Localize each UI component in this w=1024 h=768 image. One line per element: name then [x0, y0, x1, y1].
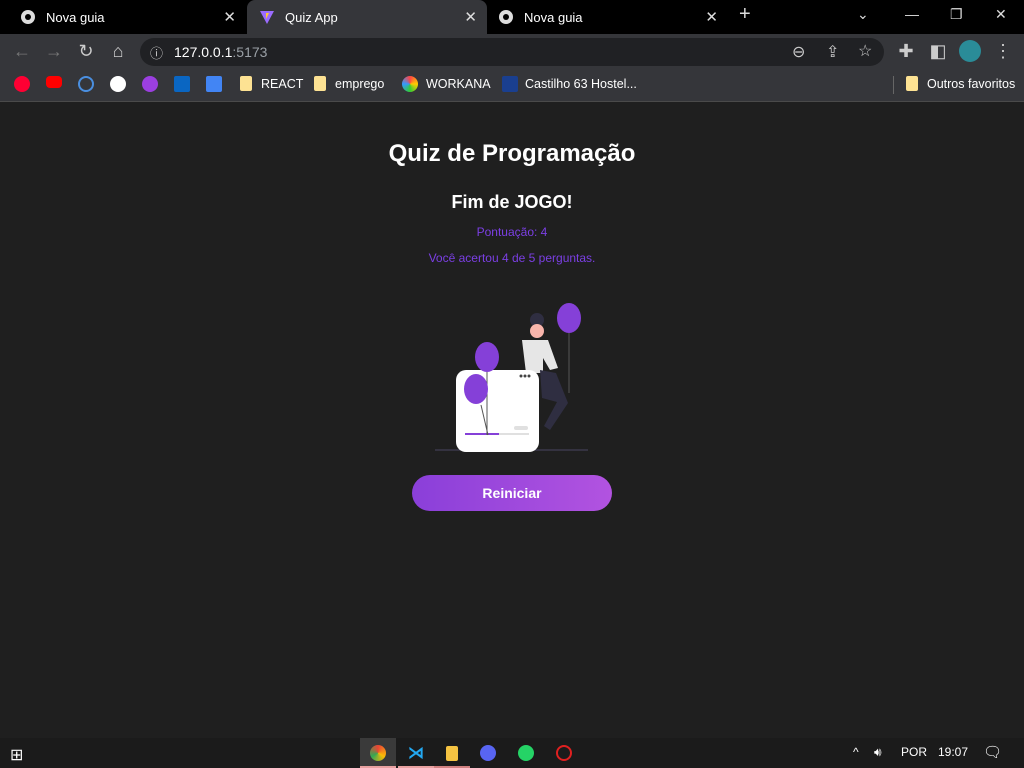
- tab-quiz-app[interactable]: Quiz App ✕: [247, 0, 487, 34]
- volume-icon[interactable]: 🔊︎: [874, 745, 882, 760]
- workana-icon: [402, 76, 418, 92]
- chrome-icon: [498, 9, 514, 25]
- head: [530, 324, 544, 338]
- game-over-heading: Fim de JOGO!: [451, 192, 573, 212]
- new-tab-button[interactable]: +: [739, 3, 751, 26]
- taskbar-app[interactable]: [546, 738, 582, 768]
- bookmark-label: emprego: [335, 76, 385, 91]
- celebration-illustration: [435, 303, 588, 452]
- chrome-icon: [370, 745, 386, 761]
- tab-title: Nova guia: [46, 9, 105, 25]
- linkedin-icon[interactable]: [174, 76, 190, 92]
- udemy-icon[interactable]: [142, 76, 158, 92]
- menu-icon[interactable]: ⋮: [993, 41, 1013, 62]
- taskbar-whatsapp[interactable]: [508, 738, 544, 768]
- vscode-icon: ⋊: [408, 745, 424, 762]
- share-icon[interactable]: ⇪: [826, 42, 839, 62]
- bookmark-star-icon[interactable]: ☆: [858, 41, 872, 61]
- language-indicator[interactable]: POR: [901, 745, 927, 759]
- youtube-music-icon[interactable]: [14, 76, 30, 92]
- booking-icon: [502, 76, 518, 92]
- url-port: :5173: [232, 44, 268, 60]
- divider: [893, 76, 894, 94]
- taskbar-explorer[interactable]: [434, 738, 470, 768]
- toolbar: ← → ↻ ⌂ ⓘ 127.0.0.1:5173 ⊖ ⇪ ☆ ✚ ◧ ⋮: [0, 34, 1024, 68]
- bookmark-label: Outros favoritos: [927, 76, 1016, 91]
- taskbar: ⊞ ⋊ ^ 🔊︎ POR 19:07 🗨︎: [0, 738, 1024, 768]
- reload-icon[interactable]: ↻: [76, 41, 96, 62]
- podcast-icon[interactable]: [78, 76, 94, 92]
- forward-icon[interactable]: →: [44, 41, 64, 62]
- notifications-icon[interactable]: 🗨︎: [983, 743, 1002, 761]
- youtube-icon[interactable]: [46, 76, 62, 88]
- url-host: 127.0.0.1: [174, 44, 233, 60]
- balloon-icon: [464, 374, 488, 404]
- folder-icon: [314, 76, 326, 91]
- bookmark-label: Castilho 63 Hostel...: [525, 77, 637, 91]
- minimize-button[interactable]: —: [905, 6, 919, 22]
- tab-search-icon[interactable]: ⌄: [857, 6, 869, 23]
- shirt: [522, 340, 558, 373]
- close-tab-icon[interactable]: ✕: [464, 8, 477, 26]
- tab-title: Quiz App: [285, 9, 338, 25]
- whatsapp-icon: [518, 745, 534, 761]
- side-panel-icon[interactable]: ◧: [928, 41, 948, 62]
- restore-button[interactable]: ❐: [950, 6, 963, 23]
- quiz-page: Quiz de Programação Fim de JOGO! Pontuaç…: [0, 103, 1024, 738]
- bookmark-castilho[interactable]: Castilho 63 Hostel...: [502, 76, 637, 92]
- back-icon[interactable]: ←: [12, 41, 32, 62]
- tab-bar: Nova guia ✕ Quiz App ✕ Nova guia ✕ + ⌄ —…: [0, 0, 1024, 34]
- close-tab-icon[interactable]: ✕: [705, 8, 718, 26]
- chrome-icon: [20, 9, 36, 25]
- info-icon: ⓘ: [150, 46, 164, 61]
- clock[interactable]: 19:07: [938, 745, 968, 759]
- bookmark-label: WORKANA: [426, 77, 491, 91]
- close-window-button[interactable]: ✕: [995, 6, 1007, 23]
- extensions-icon[interactable]: ✚: [896, 41, 916, 62]
- tab-title: Nova guia: [524, 9, 583, 25]
- progress-fill: [465, 433, 499, 435]
- google-docs-icon[interactable]: [206, 76, 222, 92]
- page-title: Quiz de Programação: [388, 140, 636, 167]
- balloon-icon: [475, 342, 499, 372]
- vite-icon: [259, 9, 275, 25]
- file-explorer-icon: [446, 745, 458, 761]
- other-bookmarks[interactable]: Outros favoritos: [906, 76, 1015, 91]
- discord-icon: [480, 745, 496, 761]
- score-text: Pontuação: 4: [476, 225, 548, 239]
- legs: [540, 370, 568, 430]
- restart-button[interactable]: Reiniciar: [412, 475, 612, 511]
- address-bar[interactable]: ⓘ 127.0.0.1:5173 ⊖ ⇪ ☆: [140, 38, 884, 66]
- home-icon[interactable]: ⌂: [108, 41, 128, 62]
- tab-nova-guia-2[interactable]: Nova guia ✕: [488, 0, 728, 34]
- taskbar-vscode[interactable]: ⋊: [398, 738, 434, 768]
- windows-start-icon[interactable]: ⊞: [10, 745, 23, 765]
- tab-nova-guia-1[interactable]: Nova guia ✕: [0, 0, 246, 34]
- taskbar-discord[interactable]: [470, 738, 506, 768]
- avatar[interactable]: [959, 40, 981, 62]
- bookmark-label: REACT: [261, 76, 304, 91]
- zoom-icon[interactable]: ⊖: [792, 42, 805, 62]
- bookmark-emprego[interactable]: emprego: [314, 76, 384, 91]
- show-hidden-icons[interactable]: ^: [853, 745, 859, 759]
- bookmarks-bar: REACT emprego WORKANA Castilho 63 Hostel…: [0, 68, 1024, 102]
- app-icon: [556, 745, 572, 761]
- folder-icon: [906, 76, 918, 91]
- summary-text: Você acertou 4 de 5 perguntas.: [428, 251, 596, 265]
- github-icon[interactable]: [110, 76, 126, 92]
- bookmark-react[interactable]: REACT: [240, 76, 303, 91]
- taskbar-chrome[interactable]: [360, 738, 396, 768]
- bookmark-workana[interactable]: WORKANA: [402, 76, 491, 92]
- close-tab-icon[interactable]: ✕: [223, 8, 236, 26]
- balloon-icon: [557, 303, 581, 333]
- folder-icon: [240, 76, 252, 91]
